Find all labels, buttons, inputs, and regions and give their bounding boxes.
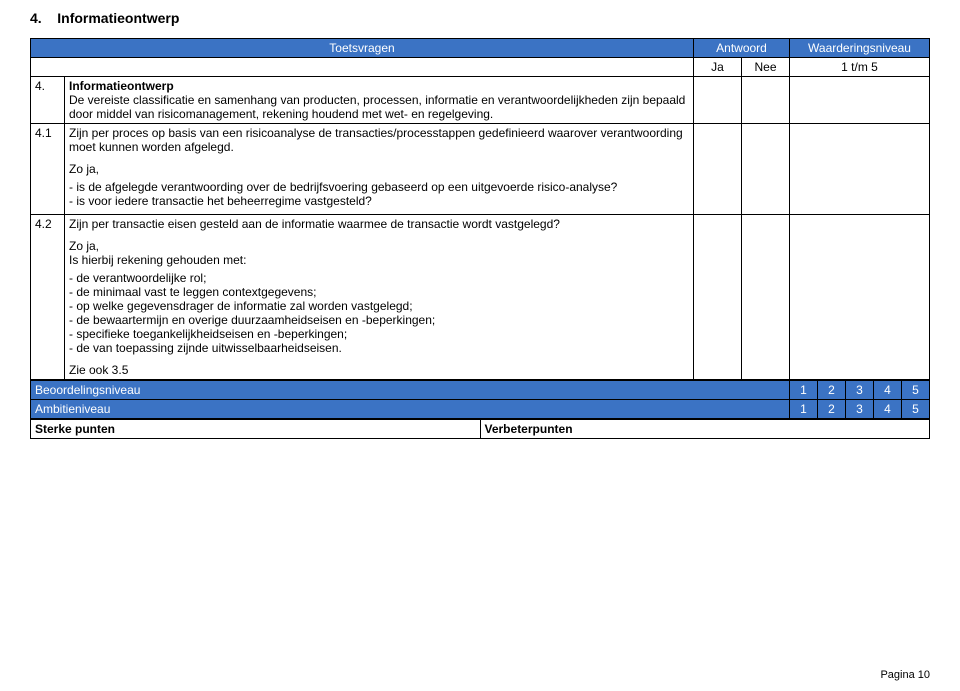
- header-waarderingsniveau: Waarderingsniveau: [790, 39, 930, 58]
- header-toetsvragen: Toetsvragen: [31, 39, 694, 58]
- header-antwoord: Antwoord: [693, 39, 789, 58]
- row-42-intro: Is hierbij rekening gehouden met:: [69, 253, 689, 267]
- cell-waard: [790, 77, 930, 124]
- assessment-table: Toetsvragen Antwoord Waarderingsniveau J…: [30, 38, 930, 380]
- row-41-bullets: is de afgelegde verantwoording over de b…: [69, 180, 689, 208]
- header-scale: 1 t/m 5: [790, 58, 930, 77]
- list-item: is voor iedere transactie het beheerregi…: [69, 194, 689, 208]
- cell-ja: [693, 77, 741, 124]
- levels-table: Beoordelingsniveau 1 2 3 4 5 Ambitienive…: [30, 380, 930, 419]
- row-42-bullets: de verantwoordelijke rol; de minimaal va…: [69, 271, 689, 355]
- subheader-blank: [31, 58, 694, 77]
- cell-waard: [790, 215, 930, 380]
- list-item: op welke gegevensdrager de informatie za…: [69, 299, 689, 313]
- lvl-5: 5: [902, 400, 930, 419]
- lvl-4: 4: [874, 381, 902, 400]
- row-content: Informatieontwerp De vereiste classifica…: [65, 77, 694, 124]
- row-content: Zijn per transactie eisen gesteld aan de…: [65, 215, 694, 380]
- row-42-zoja: Zo ja,: [69, 239, 689, 253]
- bottom-table: Sterke punten Verbeterpunten: [30, 419, 930, 439]
- header-nee: Nee: [741, 58, 789, 77]
- list-item: de bewaartermijn en overige duurzaamheid…: [69, 313, 689, 327]
- page-footer: Pagina 10: [880, 669, 930, 681]
- bottom-row: Sterke punten Verbeterpunten: [31, 420, 930, 439]
- table-header-row: Toetsvragen Antwoord Waarderingsniveau: [31, 39, 930, 58]
- table-subheader-row: Ja Nee 1 t/m 5: [31, 58, 930, 77]
- verbeter-label: Verbeterpunten: [485, 422, 573, 436]
- lvl-3: 3: [846, 381, 874, 400]
- sterke-punten: Sterke punten: [31, 420, 481, 439]
- lvl-4: 4: [874, 400, 902, 419]
- cell-nee: [741, 77, 789, 124]
- cell-ja: [693, 215, 741, 380]
- row-41-text: Zijn per proces op basis van een risicoa…: [69, 126, 689, 154]
- cell-ja: [693, 124, 741, 215]
- cell-nee: [741, 215, 789, 380]
- beoordeling-label: Beoordelingsniveau: [31, 381, 790, 400]
- section-heading: 4. Informatieontwerp: [30, 10, 930, 26]
- lvl-2: 2: [818, 400, 846, 419]
- row-content: Zijn per proces op basis van een risicoa…: [65, 124, 694, 215]
- document-page: 4. Informatieontwerp Toetsvragen Antwoor…: [0, 0, 960, 691]
- list-item: de verantwoordelijke rol;: [69, 271, 689, 285]
- beoordeling-row: Beoordelingsniveau 1 2 3 4 5: [31, 381, 930, 400]
- table-row: 4.1 Zijn per proces op basis van een ris…: [31, 124, 930, 215]
- ambitie-row: Ambitieniveau 1 2 3 4 5: [31, 400, 930, 419]
- header-ja: Ja: [693, 58, 741, 77]
- row-number: 4.: [31, 77, 65, 124]
- section-title-text: Informatieontwerp: [57, 10, 179, 26]
- cell-waard: [790, 124, 930, 215]
- verbeter-punten: Verbeterpunten: [480, 420, 930, 439]
- ambitie-label: Ambitieniveau: [31, 400, 790, 419]
- row-4-desc: De vereiste classificatie en samenhang v…: [69, 93, 689, 121]
- row-4-title: Informatieontwerp: [69, 79, 174, 93]
- lvl-1: 1: [790, 381, 818, 400]
- lvl-1: 1: [790, 400, 818, 419]
- list-item: de minimaal vast te leggen contextgegeve…: [69, 285, 689, 299]
- row-number: 4.2: [31, 215, 65, 380]
- lvl-2: 2: [818, 381, 846, 400]
- cell-nee: [741, 124, 789, 215]
- table-row: 4.2 Zijn per transactie eisen gesteld aa…: [31, 215, 930, 380]
- table-row: 4. Informatieontwerp De vereiste classif…: [31, 77, 930, 124]
- sterke-label: Sterke punten: [35, 422, 115, 436]
- lvl-3: 3: [846, 400, 874, 419]
- section-number: 4.: [30, 10, 42, 26]
- row-42-zieook: Zie ook 3.5: [69, 363, 689, 377]
- list-item: specifieke toegankelijkheidseisen en -be…: [69, 327, 689, 341]
- lvl-5: 5: [902, 381, 930, 400]
- list-item: is de afgelegde verantwoording over de b…: [69, 180, 689, 194]
- row-42-text: Zijn per transactie eisen gesteld aan de…: [69, 217, 689, 231]
- row-41-zoja: Zo ja,: [69, 162, 689, 176]
- row-number: 4.1: [31, 124, 65, 215]
- list-item: de van toepassing zijnde uitwisselbaarhe…: [69, 341, 689, 355]
